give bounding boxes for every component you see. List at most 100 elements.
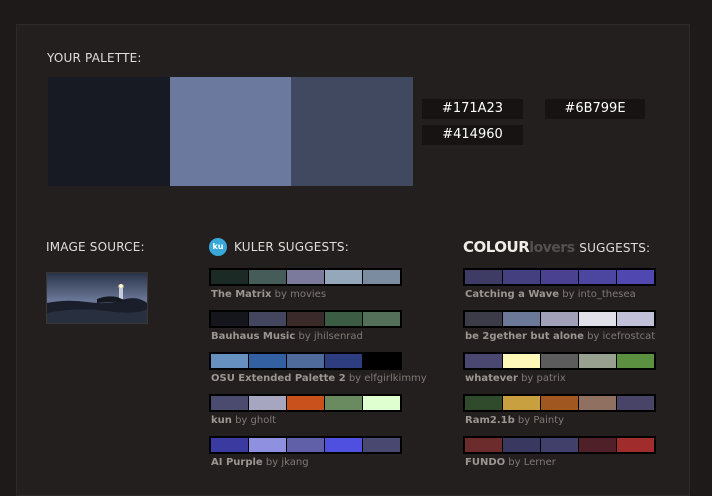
- colourlovers-swatch[interactable]: [579, 354, 617, 368]
- colourlovers-swatch[interactable]: [541, 270, 579, 284]
- kuler-swatch[interactable]: [249, 438, 287, 452]
- colourlovers-swatch[interactable]: [503, 438, 541, 452]
- kuler-swatch[interactable]: [325, 396, 363, 410]
- colourlovers-by-text: by: [583, 331, 603, 342]
- kuler-swatch[interactable]: [363, 396, 400, 410]
- colourlovers-swatch[interactable]: [465, 312, 503, 326]
- kuler-palette-author[interactable]: jkang: [281, 457, 308, 468]
- colourlovers-palette-strip[interactable]: [463, 310, 656, 328]
- colourlovers-swatch[interactable]: [503, 396, 541, 410]
- colourlovers-logo-light: lovers: [529, 240, 575, 256]
- colourlovers-palette-name[interactable]: Catching a Wave: [465, 289, 559, 300]
- kuler-palette-name[interactable]: AI Purple: [211, 457, 263, 468]
- colourlovers-palette-strip[interactable]: [463, 352, 656, 370]
- kuler-palette-author[interactable]: gholt: [251, 415, 277, 426]
- kuler-swatch[interactable]: [211, 312, 249, 326]
- hex-value-3[interactable]: #414960: [422, 125, 523, 145]
- colourlovers-swatch[interactable]: [465, 354, 503, 368]
- colourlovers-swatch[interactable]: [465, 270, 503, 284]
- colourlovers-swatch[interactable]: [617, 270, 654, 284]
- colourlovers-swatch[interactable]: [617, 438, 654, 452]
- colourlovers-swatch[interactable]: [579, 312, 617, 326]
- your-palette-label: YOUR PALETTE:: [47, 51, 142, 65]
- colourlovers-swatch[interactable]: [617, 396, 654, 410]
- kuler-palette-caption: AI Purple by jkang: [211, 457, 309, 468]
- kuler-swatch[interactable]: [287, 270, 325, 284]
- kuler-swatch[interactable]: [287, 438, 325, 452]
- colourlovers-swatch[interactable]: [617, 354, 654, 368]
- kuler-by-text: by: [345, 373, 365, 384]
- colourlovers-swatch[interactable]: [503, 270, 541, 284]
- kuler-palette-author[interactable]: elfgirlkimmy: [364, 373, 426, 384]
- source-image-thumbnail[interactable]: [46, 272, 148, 324]
- kuler-swatch[interactable]: [211, 396, 249, 410]
- hex-value-2[interactable]: #6B799E: [545, 99, 645, 119]
- colourlovers-palette-strip[interactable]: [463, 394, 656, 412]
- kuler-palette-name[interactable]: OSU Extended Palette 2: [211, 373, 346, 384]
- kuler-swatch[interactable]: [363, 438, 400, 452]
- kuler-swatch[interactable]: [287, 396, 325, 410]
- kuler-palette-author[interactable]: movies: [290, 289, 326, 300]
- kuler-palette-name[interactable]: kun: [211, 415, 232, 426]
- kuler-swatch[interactable]: [325, 438, 363, 452]
- colourlovers-swatch[interactable]: [579, 270, 617, 284]
- kuler-swatch[interactable]: [249, 312, 287, 326]
- kuler-palette-strip[interactable]: [209, 436, 402, 454]
- colourlovers-swatch[interactable]: [503, 312, 541, 326]
- colourlovers-logo-bold: COLOUR: [463, 238, 530, 256]
- colourlovers-swatch[interactable]: [465, 438, 503, 452]
- colourlovers-palette-name[interactable]: be 2gether but alone: [465, 331, 584, 342]
- kuler-swatch[interactable]: [363, 312, 400, 326]
- kuler-swatch[interactable]: [249, 270, 287, 284]
- colourlovers-palette-strip[interactable]: [463, 268, 656, 286]
- colourlovers-swatch[interactable]: [579, 396, 617, 410]
- colourlovers-swatch[interactable]: [541, 354, 579, 368]
- kuler-palette-author[interactable]: jhilsenrad: [314, 331, 363, 342]
- palette-swatch-2[interactable]: [169, 77, 292, 186]
- kuler-swatch[interactable]: [363, 354, 400, 368]
- hex-value-1[interactable]: #171A23: [422, 99, 523, 119]
- colourlovers-by-text: by: [517, 373, 537, 384]
- colourlovers-palette-name[interactable]: Ram2.1b: [465, 415, 515, 426]
- colourlovers-palette-strip[interactable]: [463, 436, 656, 454]
- colourlovers-palette-author[interactable]: icefrostcat: [603, 331, 656, 342]
- colourlovers-palette-author[interactable]: Lerner: [524, 457, 556, 468]
- kuler-swatch[interactable]: [249, 354, 287, 368]
- colourlovers-swatch[interactable]: [617, 312, 654, 326]
- colourlovers-swatch[interactable]: [503, 354, 541, 368]
- kuler-swatch[interactable]: [287, 354, 325, 368]
- kuler-swatch[interactable]: [211, 438, 249, 452]
- palette-swatch-1[interactable]: [48, 77, 170, 186]
- colourlovers-swatch[interactable]: [465, 396, 503, 410]
- kuler-swatch[interactable]: [325, 270, 363, 284]
- kuler-swatch[interactable]: [325, 312, 363, 326]
- colourlovers-palette-author[interactable]: Painty: [533, 415, 564, 426]
- kuler-palette-name[interactable]: The Matrix: [211, 289, 272, 300]
- kuler-swatch[interactable]: [363, 270, 400, 284]
- kuler-palette-strip[interactable]: [209, 352, 402, 370]
- kuler-swatch[interactable]: [325, 354, 363, 368]
- colourlovers-palette-author[interactable]: into_thesea: [578, 289, 636, 300]
- colourlovers-palette-name[interactable]: whatever: [465, 373, 518, 384]
- colourlovers-palette-caption: Catching a Wave by into_thesea: [465, 289, 636, 300]
- kuler-swatch[interactable]: [287, 312, 325, 326]
- kuler-by-text: by: [231, 415, 251, 426]
- kuler-palette-strip[interactable]: [209, 394, 402, 412]
- colourlovers-palette-caption: Ram2.1b by Painty: [465, 415, 564, 426]
- colourlovers-swatch[interactable]: [579, 438, 617, 452]
- palette-swatch-3[interactable]: [291, 77, 414, 186]
- kuler-swatch[interactable]: [211, 354, 249, 368]
- kuler-palette-name[interactable]: Bauhaus Music: [211, 331, 295, 342]
- kuler-by-text: by: [295, 331, 314, 342]
- colourlovers-palette-name[interactable]: FUNDO: [465, 457, 505, 468]
- colourlovers-palette-author[interactable]: patrix: [537, 373, 566, 384]
- kuler-palette-strip[interactable]: [209, 310, 402, 328]
- kuler-palette-strip[interactable]: [209, 268, 402, 286]
- colourlovers-swatch[interactable]: [541, 312, 579, 326]
- kuler-swatch[interactable]: [249, 396, 287, 410]
- kuler-swatch[interactable]: [211, 270, 249, 284]
- colourlovers-swatch[interactable]: [541, 438, 579, 452]
- colourlovers-swatch[interactable]: [541, 396, 579, 410]
- colourlovers-palette-caption: FUNDO by Lerner: [465, 457, 556, 468]
- colourlovers-by-text: by: [505, 457, 524, 468]
